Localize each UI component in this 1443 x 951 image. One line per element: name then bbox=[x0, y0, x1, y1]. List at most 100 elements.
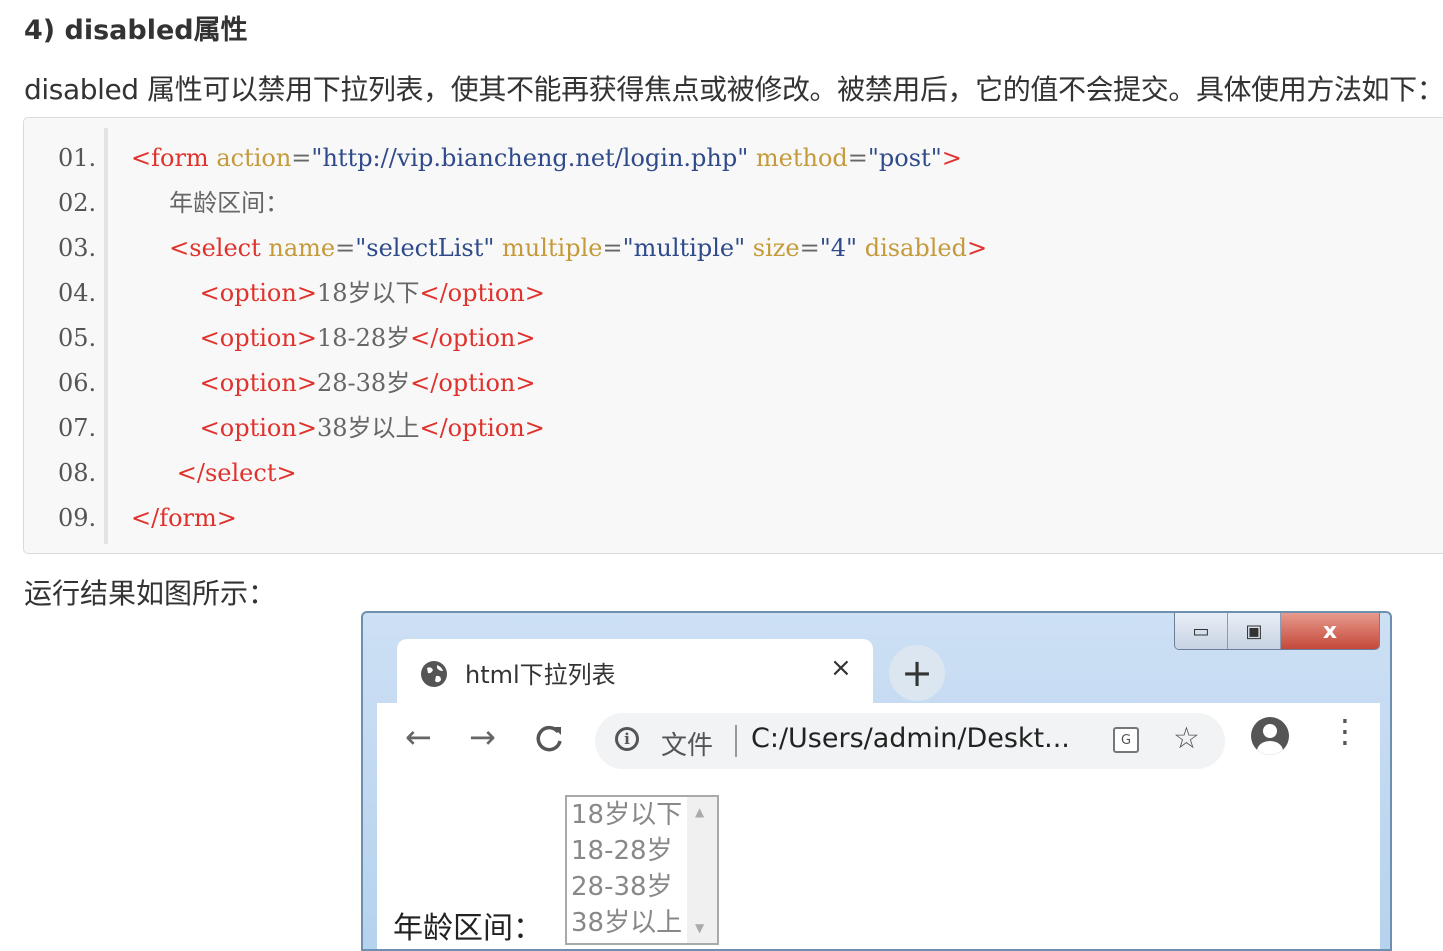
address-separator bbox=[735, 725, 737, 757]
code-line: </form> bbox=[131, 496, 237, 541]
scroll-up-icon: ▲ bbox=[695, 805, 705, 819]
code-token: <option> bbox=[199, 324, 317, 352]
listbox-scrollbar: ▲ ▼ bbox=[687, 797, 717, 943]
code-token: </option> bbox=[410, 369, 536, 397]
code-token: <form bbox=[131, 144, 209, 172]
window-controls: ▭ ▣ x bbox=[1174, 613, 1380, 650]
code-token: "4" bbox=[819, 234, 858, 262]
back-arrow-icon[interactable]: ← bbox=[405, 721, 432, 753]
code-token: <select bbox=[169, 234, 261, 262]
url-text[interactable]: C:/Users/admin/Deskt... bbox=[751, 723, 1070, 754]
line-number: 02. bbox=[58, 189, 97, 217]
disabled-select-list: 18岁以下 18-28岁 28-38岁 38岁以上 ▲ ▼ bbox=[565, 795, 719, 945]
code-token: <option> bbox=[199, 414, 317, 442]
line-number: 08. bbox=[58, 459, 97, 487]
line-number: 07. bbox=[58, 414, 97, 442]
code-token: method bbox=[755, 144, 848, 172]
code-token: 38岁以上 bbox=[316, 414, 420, 442]
code-token: name bbox=[268, 234, 336, 262]
code-token: </select> bbox=[176, 459, 297, 487]
code-token: "selectList" bbox=[355, 234, 495, 262]
code-token: 年龄区间： bbox=[131, 189, 290, 217]
address-bar[interactable]: i 文件 C:/Users/admin/Deskt... G ☆ bbox=[595, 713, 1225, 769]
translate-icon[interactable]: G bbox=[1113, 727, 1139, 753]
line-number: 09. bbox=[58, 504, 97, 532]
tab-title: html下拉列表 bbox=[465, 661, 616, 689]
globe-icon bbox=[421, 661, 447, 687]
code-token: = bbox=[291, 144, 312, 172]
code-token: </option> bbox=[410, 324, 536, 352]
code-token: <option> bbox=[199, 369, 317, 397]
select-option: 28-38岁 bbox=[571, 872, 673, 902]
minimize-button[interactable]: ▭ bbox=[1175, 613, 1228, 649]
code-token: disabled bbox=[864, 234, 967, 262]
browser-toolbar: ← → i 文件 C:/Users/admin/Deskt... G ☆ ⋮ bbox=[377, 703, 1380, 781]
page-content: 年龄区间： 18岁以下 18-28岁 28-38岁 38岁以上 ▲ ▼ bbox=[377, 779, 1380, 949]
more-menu-icon[interactable]: ⋮ bbox=[1329, 715, 1361, 747]
code-token: 18-28岁 bbox=[316, 324, 411, 352]
code-token: action bbox=[216, 144, 292, 172]
code-token: </option> bbox=[419, 414, 545, 442]
code-line: <option>28-38岁</option> bbox=[131, 361, 536, 406]
scroll-down-icon: ▼ bbox=[695, 921, 705, 935]
code-token: = bbox=[335, 234, 356, 262]
tab-close-icon[interactable]: × bbox=[830, 653, 852, 683]
forward-arrow-icon[interactable]: → bbox=[469, 721, 496, 753]
code-token: 18岁以下 bbox=[316, 279, 420, 307]
account-icon[interactable] bbox=[1251, 717, 1289, 755]
code-token: <option> bbox=[199, 279, 317, 307]
code-line: <option>18-28岁</option> bbox=[131, 316, 536, 361]
line-number: 05. bbox=[58, 324, 97, 352]
age-range-label: 年龄区间： bbox=[393, 911, 543, 946]
code-block: 01. 02. 03. 04. 05. 06. 07. 08. 09. <form action… bbox=[23, 117, 1443, 554]
description-paragraph: disabled 属性可以禁用下拉列表，使其不能再获得焦点或被修改。被禁用后，它… bbox=[24, 73, 1443, 106]
code-token: = bbox=[847, 144, 868, 172]
code-token: </form> bbox=[131, 504, 237, 532]
section-heading: 4) disabled属性 bbox=[24, 15, 248, 46]
code-token: = bbox=[602, 234, 623, 262]
code-token: 28-38岁 bbox=[316, 369, 411, 397]
maximize-button[interactable]: ▣ bbox=[1228, 613, 1281, 649]
code-token: "post" bbox=[867, 144, 942, 172]
code-token: multiple bbox=[502, 234, 603, 262]
line-number: 03. bbox=[58, 234, 97, 262]
line-number: 06. bbox=[58, 369, 97, 397]
line-number: 01. bbox=[58, 144, 97, 172]
new-tab-button[interactable]: + bbox=[889, 645, 945, 701]
code-line: 年龄区间： bbox=[131, 181, 289, 226]
browser-screenshot: ▭ ▣ x html下拉列表 × + ← → i 文件 C:/Users/adm… bbox=[361, 611, 1392, 951]
code-token: "multiple" bbox=[622, 234, 746, 262]
select-option: 18-28岁 bbox=[571, 836, 673, 866]
code-line: <option>38岁以上</option> bbox=[131, 406, 545, 451]
code-line: <option>18岁以下</option> bbox=[131, 271, 545, 316]
select-option: 38岁以上 bbox=[571, 908, 683, 938]
code-token: </option> bbox=[419, 279, 545, 307]
code-line: </select> bbox=[131, 451, 297, 496]
code-line: <select name="selectList" multiple="mult… bbox=[131, 226, 987, 271]
info-icon[interactable]: i bbox=[615, 727, 639, 751]
result-caption: 运行结果如图所示： bbox=[24, 577, 277, 610]
line-number-gutter: 01. 02. 03. 04. 05. 06. 07. 08. 09. bbox=[24, 128, 108, 544]
reload-icon[interactable] bbox=[533, 723, 565, 755]
bookmark-star-icon[interactable]: ☆ bbox=[1173, 721, 1200, 756]
select-option: 18岁以下 bbox=[571, 800, 683, 830]
code-token: size bbox=[752, 234, 800, 262]
code-line: <form action="http://vip.biancheng.net/l… bbox=[131, 136, 962, 181]
code-token: "http://vip.biancheng.net/login.php" bbox=[311, 144, 749, 172]
close-window-button[interactable]: x bbox=[1281, 613, 1379, 649]
file-scheme-label: 文件 bbox=[661, 731, 714, 761]
code-token: = bbox=[799, 234, 820, 262]
code-token: > bbox=[966, 234, 988, 262]
line-number: 04. bbox=[58, 279, 97, 307]
code-token: > bbox=[941, 144, 962, 172]
